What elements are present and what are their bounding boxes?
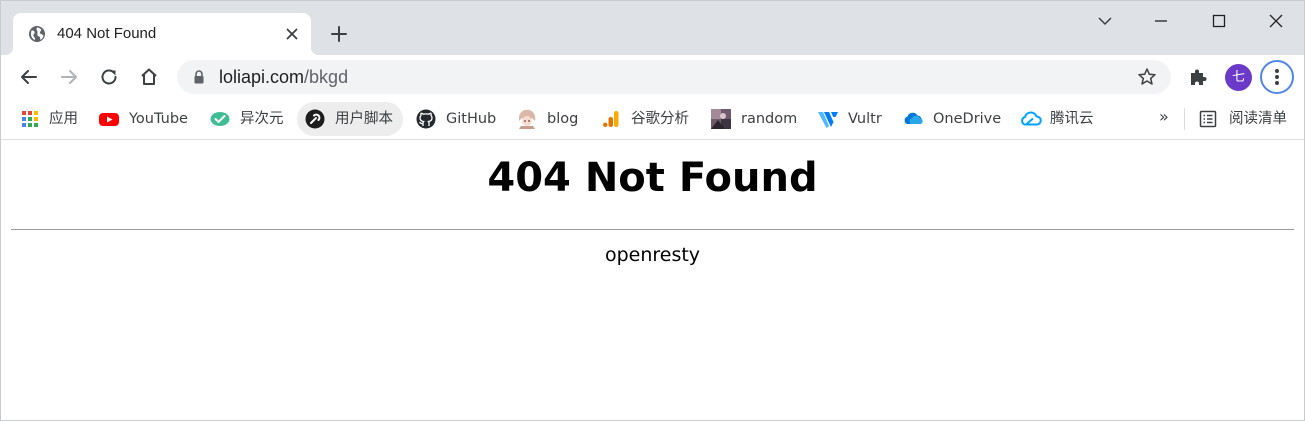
close-tab-icon[interactable] (283, 25, 301, 43)
address-bar[interactable]: loliapi.com/bkgd (177, 60, 1171, 94)
check-leaf-icon (210, 112, 230, 126)
youtube-icon (99, 113, 119, 126)
tab-search-chevron-icon[interactable] (1093, 9, 1117, 33)
globe-icon (29, 26, 45, 42)
bookmark-label: random (741, 111, 798, 127)
bookmark-label: Vultr (848, 111, 882, 127)
tab-title: 404 Not Found (57, 25, 157, 42)
page-title: 404 Not Found (487, 155, 818, 201)
bookmark-label: 腾讯云 (1050, 111, 1094, 127)
bookmark-label: YouTube (129, 111, 188, 127)
bookmark-label: OneDrive (933, 111, 1002, 127)
bookmarks-overflow-chevron[interactable]: » (1159, 107, 1169, 126)
browser-window: 404 Not Found loliapi.com/bkgd 七 应用 YouT… (0, 0, 1305, 421)
bookmark-label: blog (547, 111, 579, 127)
forward-arrow-icon[interactable] (57, 65, 81, 89)
tencent-cloud-icon (1021, 111, 1042, 126)
bookmark-label: 用户脚本 (335, 111, 393, 127)
home-icon[interactable] (137, 65, 161, 89)
three-dots-vertical-icon (1275, 69, 1279, 85)
active-tab[interactable]: 404 Not Found (5, 13, 319, 55)
image-thumb-icon (711, 109, 731, 129)
window-close-icon[interactable] (1264, 9, 1288, 33)
vultr-icon (818, 112, 838, 128)
bookmarks-bar: 应用 YouTube 异次元 用户脚本 GitHub blog 谷歌分析 ran… (1, 99, 1304, 140)
lock-icon[interactable] (191, 69, 207, 85)
onedrive-icon (904, 112, 923, 124)
new-tab-plus-icon[interactable] (327, 22, 351, 46)
bookmarks-divider (1184, 108, 1185, 130)
reload-icon[interactable] (97, 65, 121, 89)
maximize-icon[interactable] (1207, 9, 1231, 33)
page-content: 404 Not Found openresty (1, 140, 1304, 420)
browser-menu-button[interactable] (1260, 60, 1294, 94)
server-signature: openresty (604, 244, 701, 266)
apps-grid-icon (22, 111, 38, 127)
tab-strip: 404 Not Found (1, 1, 1304, 55)
github-icon (416, 109, 436, 129)
bookmark-label: GitHub (446, 111, 497, 127)
profile-avatar[interactable]: 七 (1225, 64, 1252, 91)
userscript-icon (305, 109, 325, 129)
minimize-icon[interactable] (1149, 9, 1173, 33)
analytics-icon (603, 111, 619, 127)
url-path: /bkgd (304, 67, 349, 87)
browser-toolbar: loliapi.com/bkgd 七 (1, 55, 1304, 99)
anime-avatar-icon (517, 109, 537, 129)
horizontal-rule (11, 229, 1294, 230)
url-host: loliapi.com (219, 67, 305, 87)
url-text[interactable]: loliapi.com/bkgd (219, 67, 348, 87)
bookmark-label: 异次元 (240, 111, 284, 127)
back-arrow-icon[interactable] (17, 65, 41, 89)
extensions-puzzle-icon[interactable] (1187, 66, 1209, 88)
bookmark-label: 谷歌分析 (631, 111, 689, 127)
reading-list-icon (1199, 110, 1217, 128)
bookmark-label: 应用 (49, 111, 78, 127)
bookmark-star-icon[interactable] (1137, 67, 1157, 87)
reading-list-label: 阅读清单 (1229, 111, 1287, 127)
